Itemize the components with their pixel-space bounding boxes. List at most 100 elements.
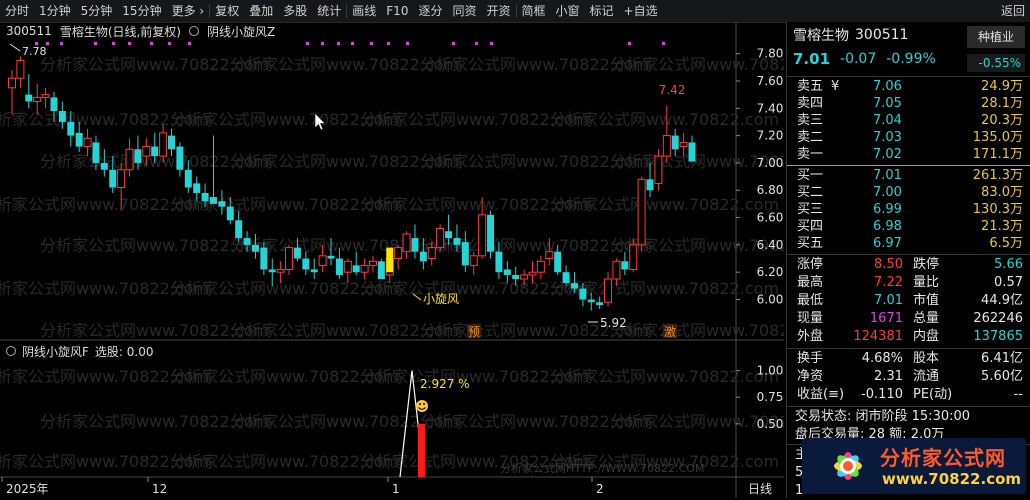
candle-body [201,192,209,202]
bid-row[interactable]: 买四 6.98 21.3万 [787,218,1030,236]
stat-key: 换手 [797,351,824,366]
stat-value: 0.57 [994,275,1023,290]
signal-marker [351,42,354,45]
stat-value: 5.60亿 [981,369,1023,384]
stat-key: 最高 [797,275,824,290]
candle-body [142,146,151,157]
candlestick-chart[interactable]: 分析家公式网www.70822.com 分析家公式网www.70822.com 分析… [0,22,784,498]
candle-body [184,169,192,188]
toolbar-item[interactable]: 更多 › [167,0,210,22]
toolbar-item[interactable]: 复权 [210,0,244,22]
stat-value: 7.01 [874,293,903,308]
ask-row[interactable]: 卖一 7.02 171.1万 [787,146,1030,164]
candle-body [461,242,469,266]
stat-value: 1671 [869,311,903,326]
toolbar-item[interactable]: 1分钟 [34,0,76,22]
sector-button[interactable]: 种植业 [967,26,1025,48]
stat-value: -0.110 [861,387,903,402]
stat-key: 最低 [797,293,824,308]
bid-price: 6.97 [873,236,902,251]
toolbar-item[interactable]: 标记 [585,0,619,22]
high-pointer [9,43,21,52]
toolbar-item[interactable]: 叠加 [244,0,278,22]
bid-price: 6.98 [873,219,902,234]
bid-volume: 130.3万 [972,202,1023,217]
stat-key: PE(动) [913,387,953,402]
y-tick-label: 6.80 [757,183,784,197]
candle-body [419,251,427,262]
last-price: 7.01 [793,50,831,68]
signal-marker [490,42,493,45]
toolbar-item[interactable]: 15分钟 [117,0,166,22]
watermark-text: 分析家公式网www.70822.com [610,321,784,340]
bid-price: 7.00 [873,185,902,200]
bid-row[interactable]: 买五 6.97 6.5万 [787,235,1030,253]
chart-area[interactable]: 300511 雪榕生物(日线,前复权) 阴线小旋风Z 分析家公式网www.708… [0,22,784,498]
ask-row[interactable]: 卖五 ¥7.06 24.9万 [787,78,1030,96]
y-tick-label: 6.60 [757,211,784,225]
candle-body [629,244,638,270]
signal-marker [337,42,340,45]
sub-indicator-dot-icon[interactable] [6,346,16,356]
ask-price: 7.06 [873,79,902,94]
smiley-eye [419,403,421,405]
back-button[interactable]: 返回 [996,0,1030,22]
candle-body [134,149,142,163]
peak-price-label: 7.42 [659,83,686,97]
candle-body [469,255,478,266]
sub-indicator-name[interactable]: 阴线小旋风F [22,343,89,360]
ask-row[interactable]: 卖三 7.04 20.3万 [787,112,1030,130]
candle-body [604,278,613,303]
candle-body [260,247,268,270]
toolbar-item[interactable]: 5分钟 [76,0,118,22]
candle-body [352,265,360,273]
ask-label: 卖五 [797,79,824,94]
toolbar-item[interactable]: 同资 [447,0,481,22]
toolbar-item[interactable]: F10 [381,0,413,22]
bid-row[interactable]: 买一 7.01 261.3万 [787,167,1030,185]
toolbar-item[interactable]: 多股 [278,0,312,22]
ask-volume: 171.1万 [972,147,1023,162]
signal-marker [662,42,665,45]
candle-body [536,260,545,273]
ask-row[interactable]: 卖四 7.05 28.1万 [787,95,1030,113]
x-axis-label: 12 [152,482,167,496]
stat-key: 股本 [913,351,940,366]
candle-body [512,274,520,280]
candle-body [688,142,696,162]
toolbar-item[interactable]: 小窗 [551,0,585,22]
watermark-text: 分析家公式网www.70822.com [550,110,779,129]
ask-label: 卖三 [797,113,824,128]
bid-price: 7.01 [873,168,902,183]
bid-label: 买二 [797,185,824,200]
stat-key: 总量 [913,311,940,326]
toolbar-item[interactable]: 开资 [481,0,515,22]
toolbar-item[interactable]: 分时 [0,0,34,22]
candle-body [268,269,276,273]
y-tick-label: 6.00 [757,293,784,307]
toolbar-item[interactable]: 画线 [347,0,381,22]
bid-row[interactable]: 买二 7.00 83.0万 [787,184,1030,202]
stat-key: 收益(≡) [797,387,845,402]
bid-price: 6.99 [873,202,902,217]
stat-value: 4.68% [861,351,903,366]
divider [787,406,1030,407]
candle-body [33,96,42,102]
toolbar-item[interactable]: +自选 [619,0,663,22]
signal-marker [60,42,63,45]
signal-label: 小旋风 [423,292,459,306]
candle-body [235,220,243,239]
toolbar-item[interactable]: 统计 [312,0,346,22]
stat-value: 7.22 [874,275,903,290]
candle-body [50,97,58,112]
price-change-pct: -0.99% [886,51,936,67]
candle-body [394,247,403,260]
stat-row: 涨停 8.50 跌停 5.66 [787,256,1030,274]
bid-row[interactable]: 买三 6.99 130.3万 [787,201,1030,219]
ask-price: 7.03 [873,130,902,145]
candle-body [646,179,654,191]
ask-row[interactable]: 卖二 7.03 135.0万 [787,129,1030,147]
toolbar-item[interactable]: 逐分 [413,0,447,22]
stat2-row: 净资 2.31 流通 5.60亿 [787,368,1030,386]
toolbar-item[interactable]: 简框 [517,0,551,22]
